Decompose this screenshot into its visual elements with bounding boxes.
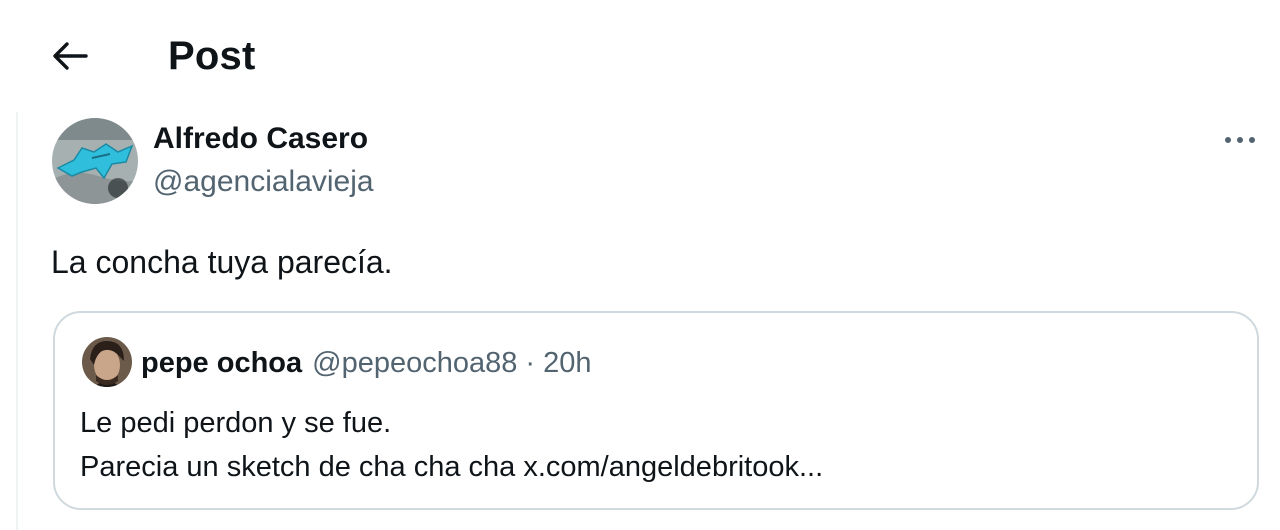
quoted-post-text: Le pedi perdon y se fue. Parecia un sket… xyxy=(80,401,823,489)
author-handle[interactable]: @agencialavieja xyxy=(153,163,374,201)
quoted-author-handle[interactable]: @pepeochoa88 xyxy=(312,344,517,382)
quoted-author-name[interactable]: pepe ochoa xyxy=(141,344,302,382)
quoted-post-card[interactable]: pepe ochoa @pepeochoa88 · 20h Le pedi pe… xyxy=(53,311,1259,510)
quoted-text-line: Parecia un sketch de cha cha cha x.com/a… xyxy=(80,451,824,483)
page-header: Post xyxy=(0,0,1280,112)
arrow-left-icon xyxy=(53,42,88,70)
column-divider xyxy=(16,112,18,530)
post-text: La concha tuya parecía. xyxy=(51,244,393,280)
post-page: Post Alfredo Casero @agencialavieja La c… xyxy=(0,0,1280,530)
author-name[interactable]: Alfredo Casero xyxy=(153,121,368,157)
quoted-avatar[interactable] xyxy=(82,337,132,387)
quoted-text-line: Le pedi perdon y se fue. xyxy=(80,407,392,439)
quoted-post-time[interactable]: 20h xyxy=(543,344,591,382)
back-button[interactable] xyxy=(44,34,96,78)
page-title: Post xyxy=(168,34,256,78)
avatar[interactable] xyxy=(52,118,138,204)
quoted-avatar-image xyxy=(82,337,132,387)
quoted-post-meta: pepe ochoa @pepeochoa88 · 20h xyxy=(141,344,591,382)
avatar-image xyxy=(52,118,138,204)
ellipsis-icon xyxy=(1225,137,1255,143)
meta-separator: · xyxy=(525,347,536,379)
more-options-button[interactable] xyxy=(1218,122,1262,158)
